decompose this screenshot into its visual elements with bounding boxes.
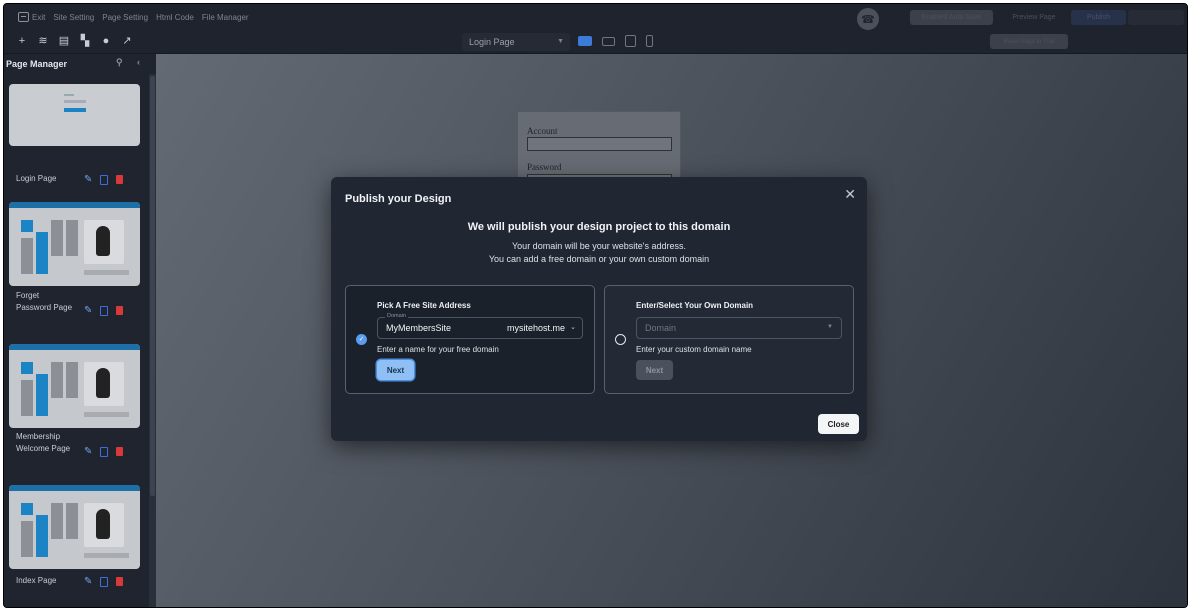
laptop-icon[interactable] xyxy=(602,36,615,46)
sidebar-header: Page Manager ⚲ ‹ xyxy=(4,54,156,74)
publish-button[interactable]: Publish xyxy=(1071,10,1126,25)
open-external-icon[interactable]: ↗ xyxy=(121,35,133,47)
chevron-left-icon[interactable]: ‹ xyxy=(137,57,140,67)
device-switcher xyxy=(578,35,653,47)
menu-html-code[interactable]: Html Code xyxy=(156,13,194,22)
edit-icon[interactable]: ✎ xyxy=(84,446,92,457)
phone-icon[interactable]: ☎ xyxy=(857,8,879,30)
radio-checked-icon[interactable]: ✓ xyxy=(356,334,367,345)
pin-icon[interactable]: ⚲ xyxy=(116,57,123,68)
auto-save-button[interactable]: Enabled Auto Save xyxy=(910,10,993,25)
menu-site-setting[interactable]: Site Setting xyxy=(53,13,94,22)
page-thumbnail-index[interactable] xyxy=(9,485,140,569)
own-domain-select[interactable]: Domain ▼ xyxy=(636,317,842,339)
own-domain-card[interactable]: Enter/Select Your Own Domain Domain ▼ En… xyxy=(604,285,854,394)
modal-subtitle-2: You can add a free domain or your own cu… xyxy=(488,254,710,264)
page-thumbnail-login[interactable] xyxy=(9,84,140,146)
app-frame: Exit Site Setting Page Setting Html Code… xyxy=(3,3,1188,608)
page-select-value: Login Page xyxy=(469,37,515,47)
own-domain-placeholder: Domain xyxy=(645,323,677,333)
free-domain-helper: Enter a name for your free domain xyxy=(377,345,499,354)
exit-label: Exit xyxy=(32,12,46,22)
copy-icon[interactable] xyxy=(100,305,109,316)
edit-icon[interactable]: ✎ xyxy=(84,174,92,185)
copy-icon[interactable] xyxy=(100,576,109,587)
components-icon[interactable]: ▚ xyxy=(79,35,91,47)
sidebar-scrollbar[interactable] xyxy=(149,74,156,607)
page-manager-sidebar: Page Manager ⚲ ‹ Login Page ✎ Forget Pas… xyxy=(4,54,156,607)
tool-icon-group: + ≋ ▤ ▚ ● ↗ xyxy=(16,35,133,47)
page-actions-index: ✎ xyxy=(84,576,124,587)
copy-icon[interactable] xyxy=(100,446,109,457)
account-input[interactable] xyxy=(527,137,672,151)
copy-icon[interactable] xyxy=(100,174,109,185)
desktop-icon[interactable] xyxy=(578,36,592,46)
free-domain-card[interactable]: ✓ Pick A Free Site Address Domain MyMemb… xyxy=(345,285,595,394)
delete-icon[interactable] xyxy=(116,175,124,184)
delete-icon[interactable] xyxy=(116,577,124,586)
radio-unchecked-icon[interactable] xyxy=(615,334,626,345)
domain-suffix-select[interactable]: mysitehost.me xyxy=(507,323,565,333)
page-actions-membership-welcome: ✎ xyxy=(84,446,124,457)
preview-page-button[interactable]: Preview Page xyxy=(998,10,1070,25)
edit-icon[interactable]: ✎ xyxy=(84,576,92,587)
publish-modal: Publish your Design ✕ We will publish yo… xyxy=(331,177,867,441)
page-actions-login: ✎ xyxy=(84,174,124,185)
password-label: Password xyxy=(527,162,562,172)
close-button[interactable]: Close xyxy=(818,414,859,434)
add-icon[interactable]: + xyxy=(16,35,28,47)
page-label-forget-password: Forget Password Page xyxy=(16,291,73,312)
delete-icon[interactable] xyxy=(116,306,124,315)
sidebar-title: Page Manager xyxy=(6,59,68,69)
page-label-index: Index Page xyxy=(16,576,57,585)
palette-icon[interactable]: ● xyxy=(100,35,112,47)
chevron-down-icon[interactable]: ⌄ xyxy=(570,323,576,331)
page-thumbnail-membership-welcome[interactable] xyxy=(9,344,140,428)
free-domain-title: Pick A Free Site Address xyxy=(377,301,471,310)
domain-field-legend: Domain xyxy=(385,313,408,319)
account-button[interactable] xyxy=(1128,10,1184,25)
menu-page-setting[interactable]: Page Setting xyxy=(102,13,148,22)
scrollbar-thumb[interactable] xyxy=(150,76,155,496)
modal-heading: We will publish your design project to t… xyxy=(467,221,731,233)
free-domain-input[interactable]: Domain MyMembersSite mysitehost.me ⌄ xyxy=(377,313,583,339)
page-label-login: Login Page xyxy=(16,174,57,183)
editor-toolbar: + ≋ ▤ ▚ ● ↗ Login Page ▼ Reset Page to T… xyxy=(4,30,1187,54)
menu-file-manager[interactable]: File Manager xyxy=(202,13,249,22)
chevron-down-icon: ▼ xyxy=(557,38,564,45)
close-icon[interactable]: ✕ xyxy=(844,186,856,203)
mobile-icon[interactable] xyxy=(646,35,653,47)
tablet-icon[interactable] xyxy=(625,35,636,47)
modal-title: Publish your Design xyxy=(345,193,452,205)
own-domain-title: Enter/Select Your Own Domain xyxy=(636,301,754,310)
free-next-button[interactable]: Next xyxy=(377,360,414,380)
own-next-button[interactable]: Next xyxy=(636,360,673,380)
pages-icon[interactable]: ▤ xyxy=(58,35,70,47)
reset-page-button[interactable]: Reset Page to Trial xyxy=(990,34,1068,49)
domain-value: MyMembersSite xyxy=(386,323,452,333)
page-label-membership-welcome: Membership Welcome Page xyxy=(16,432,71,453)
own-domain-helper: Enter your custom domain name xyxy=(636,345,752,354)
chevron-down-icon: ▼ xyxy=(827,324,833,330)
account-label: Account xyxy=(527,126,558,136)
exit-button[interactable]: Exit xyxy=(18,12,45,22)
page-actions-forget-password: ✎ xyxy=(84,305,124,316)
page-thumbnail-forget-password[interactable] xyxy=(9,202,140,286)
modal-subtitle-1: Your domain will be your website's addre… xyxy=(512,241,686,251)
layers-icon[interactable]: ≋ xyxy=(37,35,49,47)
exit-icon xyxy=(18,12,29,22)
delete-icon[interactable] xyxy=(116,447,124,456)
edit-icon[interactable]: ✎ xyxy=(84,305,92,316)
page-select[interactable]: Login Page ▼ xyxy=(462,33,570,51)
